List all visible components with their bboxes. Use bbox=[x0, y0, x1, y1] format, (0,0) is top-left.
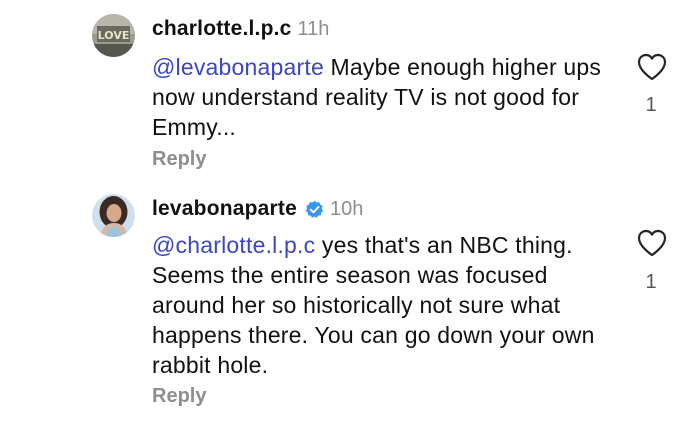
like-count: 1 bbox=[645, 94, 657, 116]
comment-timestamp: 10h bbox=[330, 198, 364, 220]
like-button[interactable] bbox=[637, 53, 667, 81]
avatar[interactable] bbox=[92, 194, 135, 237]
reply-button[interactable]: Reply bbox=[152, 385, 206, 408]
comment-text: @charlotte.l.p.c yes that's an NBC thing… bbox=[152, 230, 622, 380]
comment-text: @levabonaparte Maybe enough higher ups n… bbox=[152, 52, 622, 142]
comment-item: levabonaparte 10h @charlotte.l.p.c yes t… bbox=[0, 190, 700, 428]
reply-button[interactable]: Reply bbox=[152, 148, 206, 171]
like-button[interactable] bbox=[637, 229, 667, 257]
comment-mention-link[interactable]: @charlotte.l.p.c bbox=[152, 232, 315, 258]
comment-timestamp: 11h bbox=[297, 18, 330, 40]
svg-text:LOVE: LOVE bbox=[98, 29, 130, 42]
avatar[interactable]: LOVE bbox=[92, 14, 135, 57]
like-count: 1 bbox=[645, 271, 657, 293]
comment-mention-link[interactable]: @levabonaparte bbox=[152, 54, 324, 80]
love-sign-avatar-icon: LOVE bbox=[92, 14, 135, 57]
heart-icon bbox=[637, 53, 667, 81]
comment-item: LOVE charlotte.l.p.c 11h @levabonaparte … bbox=[0, 0, 700, 190]
profile-photo-avatar-icon bbox=[92, 194, 135, 237]
comment-username[interactable]: levabonaparte bbox=[152, 197, 297, 221]
heart-icon bbox=[637, 229, 667, 257]
verified-badge-icon bbox=[305, 200, 324, 219]
comment-username[interactable]: charlotte.l.p.c bbox=[152, 17, 292, 41]
